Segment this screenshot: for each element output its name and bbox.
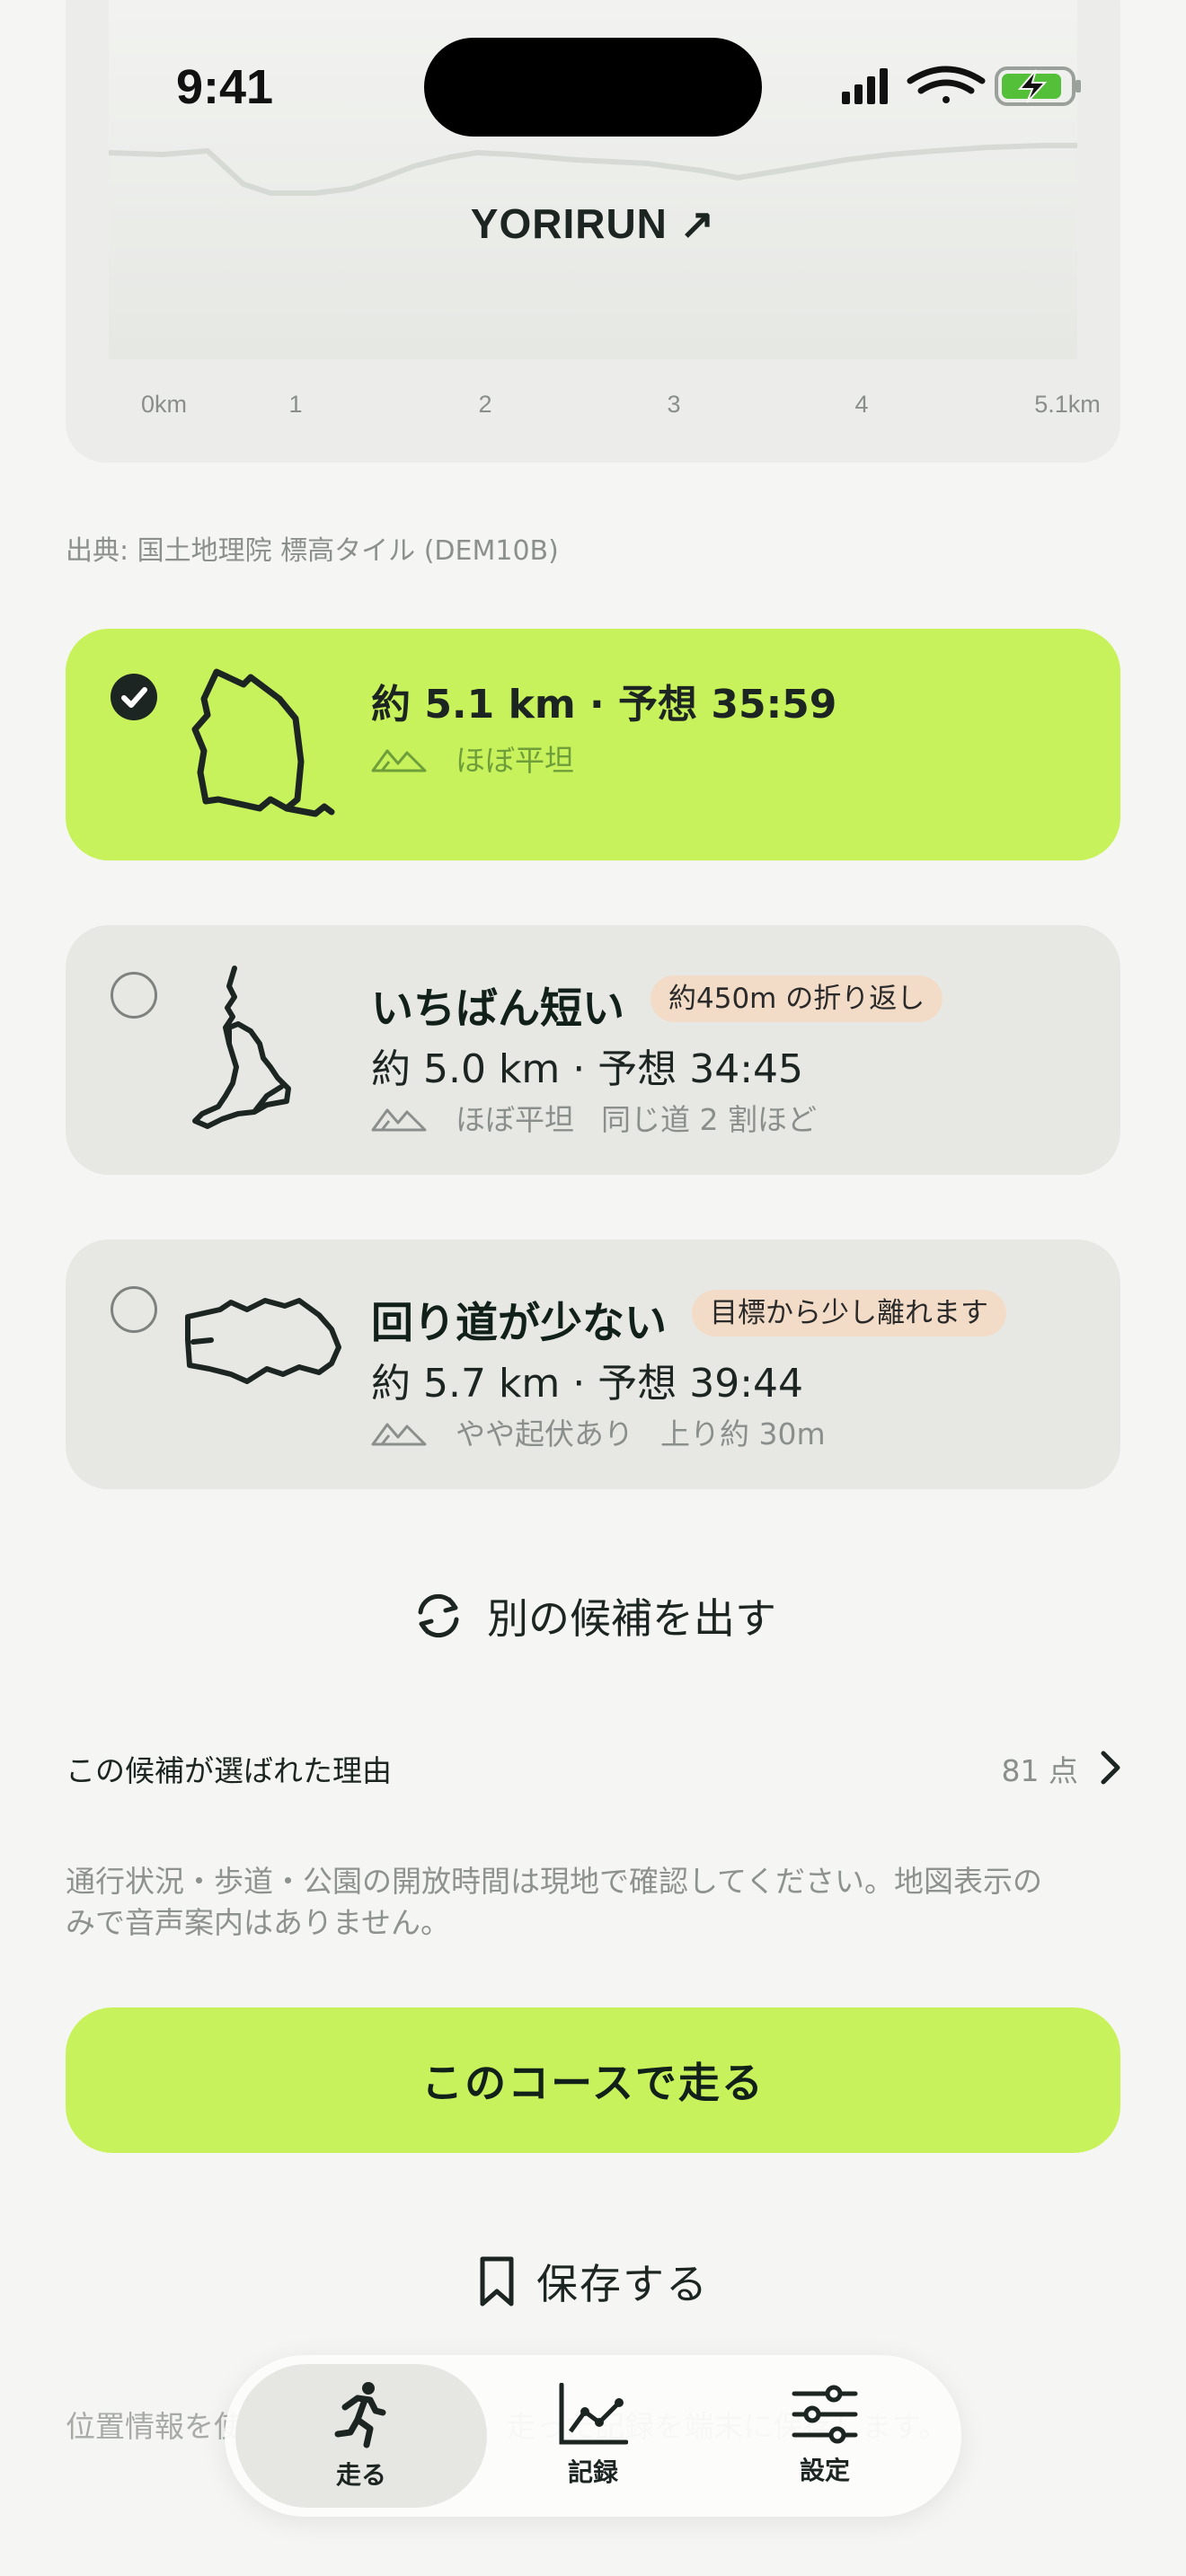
route-terrain: やや起伏あり 上り約 30m [371,1410,826,1453]
score-value: 81 点 [1001,1753,1078,1788]
signal-icon [842,68,888,104]
chevron-right-icon[interactable] [1096,1750,1125,1786]
data-source-note: 出典: 国土地理院 標高タイル (DEM10B) [66,535,559,567]
tab-bar: 走る 記録 設定 [225,2355,961,2517]
regenerate-button[interactable]: 別の候補を出す [0,1584,1186,1647]
sliders-icon [792,2385,858,2444]
check-icon[interactable] [111,674,157,720]
tab-label: 走る [335,2460,386,2490]
run-this-course-button[interactable]: このコースで走る [66,2007,1120,2153]
safety-notice: 通行状況・歩道・公園の開放時間は現地で確認してください。地図表示のみで音声案内は… [66,1864,1043,1940]
route-distance-time: 約 5.0 km · 予想 34:45 [371,1046,804,1092]
save-label: 保存する [536,2260,709,2308]
tab-label: 記録 [567,2457,618,2487]
dynamic-island [424,38,762,137]
tab-settings[interactable]: 設定 [699,2364,951,2508]
status-icons [840,65,1083,113]
refresh-icon [418,1593,459,1638]
route-shape-thumbnail [185,1298,341,1384]
radio-button[interactable] [111,972,157,1019]
route-title: 回り道が少ない [371,1299,667,1348]
route-card-3[interactable]: 回り道が少ない 目標から少し離れます 約 5.7 km · 予想 39:44 や… [66,1239,1120,1489]
route-shape-thumbnail [192,966,291,1129]
axis-tick: 5.1km [1034,391,1101,418]
reason-row[interactable]: この候補が選ばれた理由 [66,1747,392,1790]
axis-tick: 2 [478,391,492,418]
axis-tick: 1 [288,391,303,418]
regenerate-label: 別の候補を出す [487,1594,776,1643]
mountain-icon [371,749,427,772]
wifi-icon [907,66,986,103]
chart-icon [559,2383,628,2445]
radio-button[interactable] [111,1286,157,1333]
route-title: いちばん短い [371,984,624,1034]
axis-tick: 0km [141,391,188,418]
status-time: 9:41 [176,60,274,114]
bookmark-icon [480,2256,514,2307]
route-card-2[interactable]: いちばん短い 約450m の折り返し 約 5.0 km · 予想 34:45 ほ… [66,925,1120,1175]
tab-run[interactable]: 走る [235,2364,487,2508]
route-distance-time: 約 5.1 km · 予想 35:59 [371,682,837,728]
route-shape-thumbnail [191,668,335,817]
mountain-icon [371,1423,427,1446]
battery-icon [995,66,1081,106]
elevation-axis: 0km 1 2 3 4 5.1km [66,391,1120,427]
mountain-icon [371,1108,427,1132]
runner-icon [334,2382,386,2448]
save-button[interactable]: 保存する [0,2245,1186,2317]
tab-records[interactable]: 記録 [467,2364,719,2508]
axis-tick: 4 [854,391,869,418]
route-tag: 目標から少し離れます [692,1290,1006,1337]
route-distance-time: 約 5.7 km · 予想 39:44 [371,1361,804,1407]
route-tag: 約450m の折り返し [651,975,943,1022]
route-card-1[interactable]: 約 5.1 km · 予想 35:59 ほぼ平坦 [66,629,1120,860]
axis-tick: 3 [667,391,681,418]
tab-label: 設定 [799,2456,850,2485]
brand-link[interactable]: YORIRUN ↗ [66,199,1120,248]
route-terrain: ほぼ平坦 同じ道 2 割ほど [371,1096,817,1139]
route-terrain: ほぼ平坦 [371,737,574,780]
